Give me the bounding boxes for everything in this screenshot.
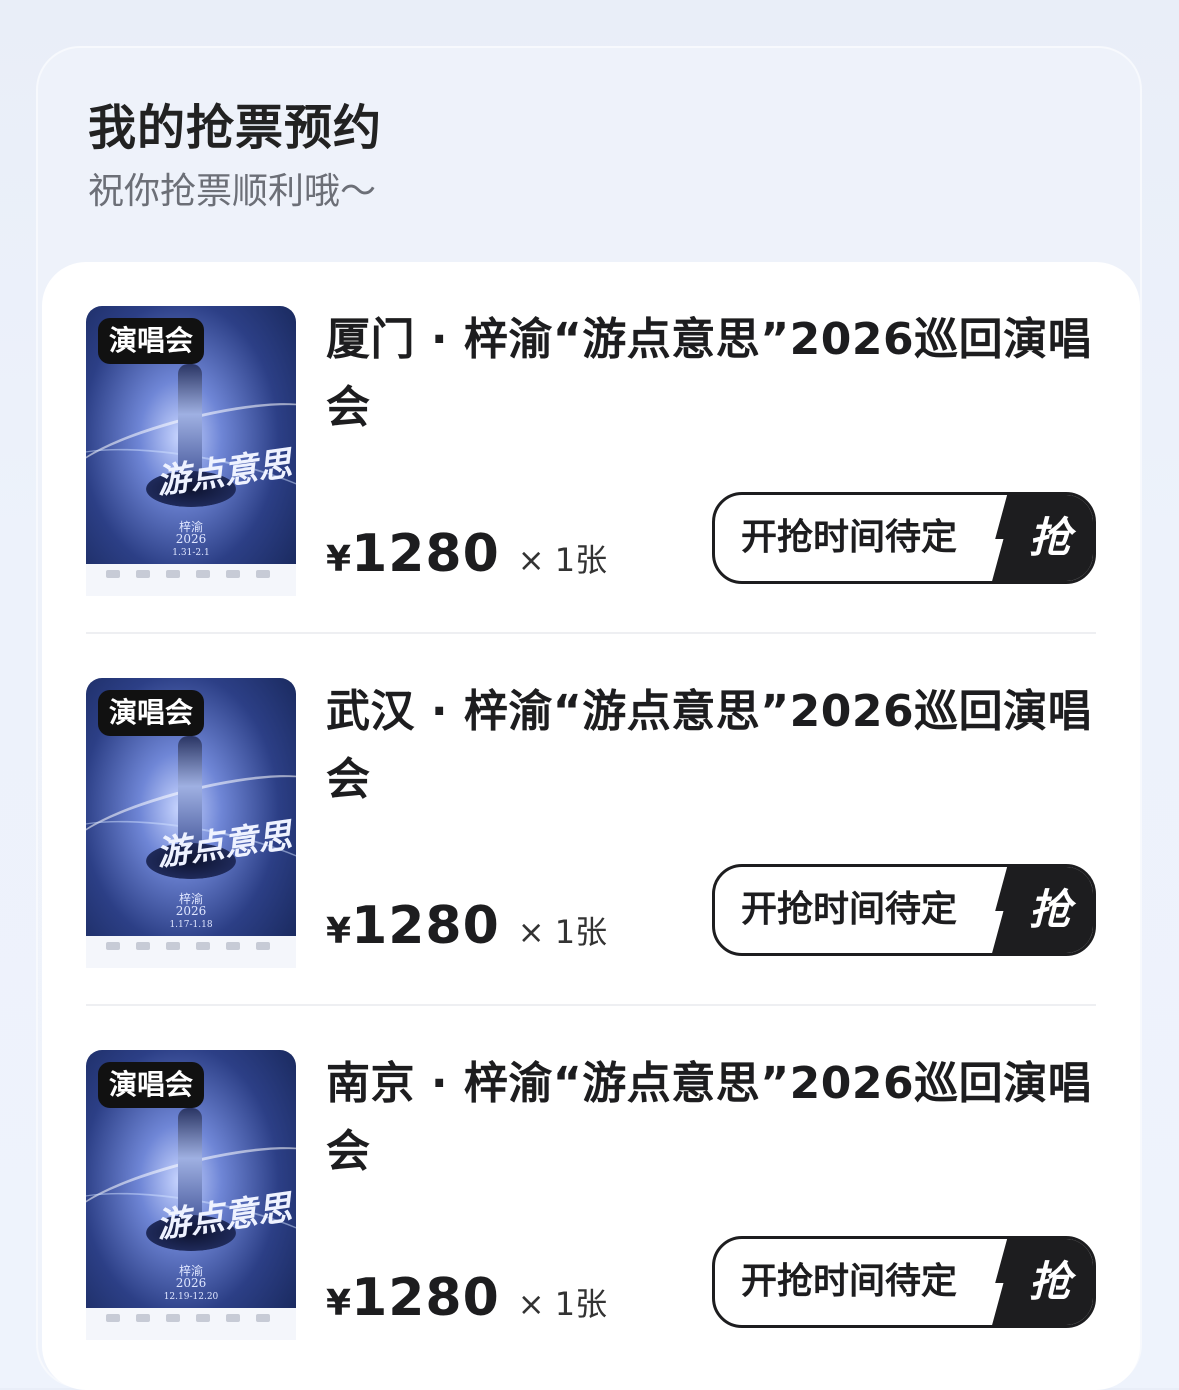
grab-icon: 抢 xyxy=(1028,885,1071,934)
page-title: 我的抢票预约 xyxy=(88,100,383,156)
poster-sponsor-logos xyxy=(86,936,296,968)
category-badge: 演唱会 xyxy=(98,690,205,736)
poster-date: 1.17-1.18 xyxy=(169,920,213,930)
price-info: ¥ 1280 × 1张 xyxy=(326,896,607,956)
currency-symbol: ¥ xyxy=(326,911,352,952)
category-badge: 演唱会 xyxy=(98,1062,205,1108)
event-poster[interactable]: 游点意思 梓渝 2026 1.17-1.18 演唱会 xyxy=(86,678,296,968)
grab-ticket-button[interactable]: 开抢时间待定 抢 xyxy=(712,1236,1096,1328)
price-amount: 1280 xyxy=(351,1268,500,1328)
grab-status-label: 开抢时间待定 xyxy=(741,889,958,930)
currency-symbol: ¥ xyxy=(326,539,352,580)
poster-sponsor-logos xyxy=(86,1308,296,1340)
page-subtitle: 祝你抢票顺利哦～ xyxy=(88,171,377,212)
panel-header: 我的抢票预约 祝你抢票顺利哦～ xyxy=(88,100,382,214)
ticket-quantity: × 1张 xyxy=(517,541,608,579)
event-poster[interactable]: 游点意思 梓渝 2026 12.19-12.20 演唱会 xyxy=(86,1050,296,1340)
list-item[interactable]: 游点意思 梓渝 2026 1.17-1.18 演唱会 武汉 · 梓渝“游点意思”… xyxy=(86,678,1096,1008)
reservation-panel: 我的抢票预约 祝你抢票顺利哦～ 游点意思 梓渝 2026 1.31-2.1 演唱… xyxy=(36,46,1142,1390)
ticket-quantity: × 1张 xyxy=(517,913,608,951)
poster-sponsor-logos xyxy=(86,564,296,596)
grab-ticket-button[interactable]: 开抢时间待定 抢 xyxy=(712,864,1096,956)
event-name[interactable]: 厦门 · 梓渝“游点意思”2026巡回演唱会 xyxy=(326,306,1096,442)
event-poster[interactable]: 游点意思 梓渝 2026 1.31-2.1 演唱会 xyxy=(86,306,296,596)
event-name[interactable]: 武汉 · 梓渝“游点意思”2026巡回演唱会 xyxy=(326,678,1096,814)
poster-year: 2026 xyxy=(175,532,207,546)
category-badge: 演唱会 xyxy=(98,318,205,364)
poster-date: 1.31-2.1 xyxy=(172,548,210,558)
event-name[interactable]: 南京 · 梓渝“游点意思”2026巡回演唱会 xyxy=(326,1050,1096,1186)
divider xyxy=(86,1004,1096,1006)
price-info: ¥ 1280 × 1张 xyxy=(326,524,607,584)
grab-icon: 抢 xyxy=(1028,513,1071,562)
grab-icon: 抢 xyxy=(1028,1257,1071,1306)
currency-symbol: ¥ xyxy=(326,1283,352,1324)
price-amount: 1280 xyxy=(351,524,500,584)
reservation-list: 游点意思 梓渝 2026 1.31-2.1 演唱会 厦门 · 梓渝“游点意思”2… xyxy=(42,262,1140,1390)
poster-year: 2026 xyxy=(175,904,207,918)
grab-status-label: 开抢时间待定 xyxy=(741,1261,958,1302)
poster-date: 12.19-12.20 xyxy=(163,1292,219,1302)
poster-year: 2026 xyxy=(175,1276,207,1290)
divider xyxy=(86,632,1096,634)
list-item[interactable]: 游点意思 梓渝 2026 1.31-2.1 演唱会 厦门 · 梓渝“游点意思”2… xyxy=(86,306,1096,636)
price-info: ¥ 1280 × 1张 xyxy=(326,1268,607,1328)
grab-status-label: 开抢时间待定 xyxy=(741,517,958,558)
ticket-quantity: × 1张 xyxy=(517,1285,608,1323)
list-item[interactable]: 游点意思 梓渝 2026 12.19-12.20 演唱会 南京 · 梓渝“游点意… xyxy=(86,1050,1096,1380)
price-amount: 1280 xyxy=(351,896,500,956)
grab-ticket-button[interactable]: 开抢时间待定 抢 xyxy=(712,492,1096,584)
